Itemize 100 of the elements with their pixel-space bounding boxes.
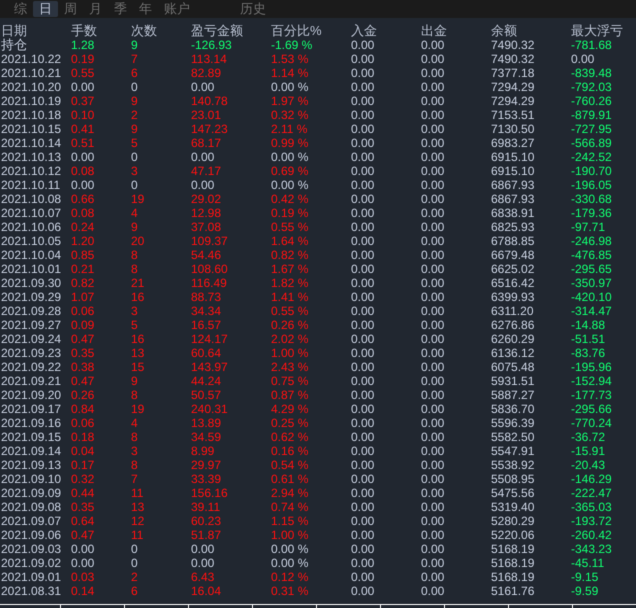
tab[interactable]: 综 bbox=[8, 1, 33, 17]
table-cell-text: 0.17 bbox=[71, 458, 96, 472]
table-cell-text: 0.00 bbox=[351, 374, 376, 388]
table-cell-text: 9 bbox=[131, 122, 139, 136]
tab[interactable]: 年 bbox=[133, 1, 158, 17]
table-cell-text: 2021.09.30 bbox=[0, 276, 62, 290]
table-cell-text: 50.57 bbox=[191, 388, 222, 402]
table-cell-text: 0.00 bbox=[421, 318, 446, 332]
table-cell-text: 0.00 bbox=[421, 374, 446, 388]
table-cell-text: -350.97 bbox=[571, 276, 613, 290]
table-cell-text: -242.52 bbox=[571, 150, 613, 164]
table-cell-text: 0.61 % bbox=[271, 472, 310, 486]
table-cell-text: 0.32 % bbox=[271, 108, 310, 122]
table-cell-text: -260.42 bbox=[571, 528, 613, 542]
table-cell-text: 6136.12 bbox=[491, 346, 536, 360]
table-cell-text: 0.00 bbox=[421, 304, 446, 318]
table-cell-text: 0.00 bbox=[421, 360, 446, 374]
table-cell-text: 1.97 % bbox=[271, 94, 310, 108]
table-cell-text: 2021.10.21 bbox=[0, 66, 62, 80]
table-cell-text: 0.00 bbox=[351, 66, 376, 80]
table-cell-text: 2021.10.22 bbox=[0, 52, 62, 66]
table-cell-text: 19 bbox=[131, 402, 146, 416]
table-cell-text: 2021.09.01 bbox=[0, 570, 62, 584]
table-cell-text: 5 bbox=[131, 136, 139, 150]
table-cell-text: -9.15 bbox=[571, 570, 600, 584]
table-cell-text: 1.64 % bbox=[271, 234, 310, 248]
table-cell-text: 1.67 % bbox=[271, 262, 310, 276]
tab[interactable]: 日 bbox=[33, 1, 58, 17]
table-cell-text: 1.41 % bbox=[271, 290, 310, 304]
tab[interactable]: 历史 bbox=[236, 1, 270, 17]
table-cell-text: -20.43 bbox=[571, 458, 606, 472]
table-cell-text: 51.87 bbox=[191, 528, 222, 542]
table-cell-text: 0.00 bbox=[421, 38, 446, 52]
table-cell-text: 7490.32 bbox=[491, 38, 536, 52]
table-cell-text: 2021.09.24 bbox=[0, 332, 62, 346]
table-cell-text: 7130.50 bbox=[491, 122, 536, 136]
table-cell-text: 0.00 bbox=[351, 528, 376, 542]
table-cell-text: 68.17 bbox=[191, 136, 222, 150]
table-cell-text: 4.29 % bbox=[271, 402, 310, 416]
table-cell-text: 11 bbox=[131, 486, 144, 500]
table-cell-text: 0.14 bbox=[71, 584, 96, 598]
table-cell-text: 6075.48 bbox=[491, 360, 536, 374]
table-cell-text: 29.97 bbox=[191, 458, 222, 472]
table-cell-text: -566.89 bbox=[571, 136, 613, 150]
table-cell-text: 6399.93 bbox=[491, 290, 536, 304]
table-cell-text: 16 bbox=[131, 332, 146, 346]
table-cell-text: 143.97 bbox=[191, 360, 229, 374]
table-cell-text: 2021.10.08 bbox=[0, 192, 62, 206]
table-cell-text: 0.00 bbox=[351, 486, 376, 500]
table-cell-text: 0.37 bbox=[71, 94, 96, 108]
table-cell-text: 0.03 bbox=[71, 570, 96, 584]
table-cell-text: 0.35 bbox=[71, 500, 96, 514]
table-cell-text: -365.03 bbox=[571, 500, 613, 514]
table-cell-text: 5931.51 bbox=[491, 374, 536, 388]
table-cell-text: -295.65 bbox=[571, 262, 613, 276]
table-cell-text: 2021.09.23 bbox=[0, 346, 62, 360]
table-cell-text: 0.26 bbox=[71, 388, 96, 402]
table-cell-text: 7 bbox=[131, 472, 139, 486]
table-cell-text: 0.19 % bbox=[271, 206, 310, 220]
table-cell-text: 7377.18 bbox=[491, 66, 536, 80]
table-cell-text: 0.00 bbox=[351, 388, 376, 402]
table-cell-text: 5168.19 bbox=[491, 570, 536, 584]
table-cell-text: 0.00 bbox=[351, 304, 376, 318]
table-cell-text: 0.12 % bbox=[271, 570, 310, 584]
table-cell-text: 8 bbox=[131, 458, 139, 472]
table-cell-text: 0.09 bbox=[71, 318, 96, 332]
table-cell-text: 0.00 bbox=[421, 108, 446, 122]
table-cell-text: 0.00 % bbox=[271, 150, 310, 164]
table-cell-text: 0.00 bbox=[421, 136, 446, 150]
table-cell-text: 0.00 bbox=[421, 80, 446, 94]
table-cell-text: 7153.51 bbox=[491, 108, 536, 122]
table-cell-text: 9 bbox=[131, 94, 139, 108]
table-cell-text: 7294.29 bbox=[491, 80, 536, 94]
tab[interactable]: 季 bbox=[108, 1, 133, 17]
table-cell-text: 0.00 bbox=[351, 234, 376, 248]
tab[interactable]: 账户 bbox=[160, 1, 194, 17]
table-cell-text: 0.10 bbox=[71, 108, 96, 122]
table-cell-text: 140.78 bbox=[191, 94, 229, 108]
table-cell-text: -727.95 bbox=[571, 122, 613, 136]
tab[interactable]: 月 bbox=[83, 1, 108, 17]
table-cell-text: -177.73 bbox=[571, 388, 613, 402]
table-cell-text: 0.42 % bbox=[271, 192, 310, 206]
table-cell-text: 0.18 bbox=[71, 430, 96, 444]
table-cell-text: -146.29 bbox=[571, 472, 613, 486]
table-cell-text: 11 bbox=[131, 528, 144, 542]
table-cell-text: 0.00 bbox=[351, 192, 376, 206]
table-cell-text: 0.00 bbox=[571, 52, 596, 66]
table-cell-text: 0.64 bbox=[71, 514, 96, 528]
table-cell-text: 0.00 bbox=[351, 178, 376, 192]
table-cell-text: 29.02 bbox=[191, 192, 222, 206]
table-cell-text: 5836.70 bbox=[491, 402, 536, 416]
table-cell-text: 0.00 bbox=[421, 332, 446, 346]
table-cell-text: 0.00 % bbox=[271, 80, 310, 94]
table-cell-text: 5547.91 bbox=[491, 444, 536, 458]
table-cell-text: 0.19 bbox=[71, 52, 96, 66]
table-cell-text: 2021.10.19 bbox=[0, 94, 62, 108]
table-cell-text: 0.00 bbox=[351, 402, 376, 416]
table-cell-text: -83.76 bbox=[571, 346, 606, 360]
table-cell-text: 0.00 bbox=[421, 192, 446, 206]
tab[interactable]: 周 bbox=[58, 1, 83, 17]
